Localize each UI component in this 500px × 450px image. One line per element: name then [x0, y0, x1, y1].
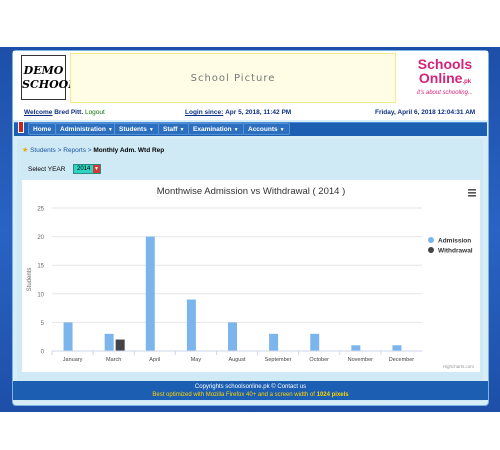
footer-copyright: Copyrights schoolsonline.pk © Contact us: [194, 384, 307, 390]
bar-admission: [104, 333, 114, 351]
nav-marker: [18, 121, 24, 133]
legend-marker-withdrawal: [428, 247, 434, 253]
brand-tagline: it's about schooling...: [417, 90, 473, 96]
chart-title: Monthwise Admission vs Withdrawal ( 2014…: [157, 186, 346, 197]
x-tick-label: October: [309, 357, 329, 363]
x-tick-label: April: [149, 357, 160, 363]
nav-accounts[interactable]: Accounts ▼: [243, 123, 290, 135]
nav-administration[interactable]: Administration ▼: [55, 123, 118, 135]
nav-label: Examination: [193, 126, 232, 133]
y-tick-label: 25: [37, 207, 44, 213]
legend-label-admission: Admission: [438, 238, 471, 245]
footer-note-bold: 1024 pixels: [316, 392, 349, 398]
logout-link[interactable]: Logout: [85, 109, 105, 116]
welcome-label: Welcome: [24, 109, 53, 116]
y-axis-label: Students: [27, 268, 33, 292]
chevron-down-icon: ▼: [179, 127, 185, 133]
school-logo: DEMO SCHOOL: [21, 55, 76, 100]
breadcrumb-reports[interactable]: Reports: [63, 147, 86, 154]
bar-admission: [186, 299, 196, 351]
footer: Copyrights schoolsonline.pk © Contact us…: [13, 381, 488, 400]
x-tick-label: March: [106, 357, 121, 363]
brand-logo: Schools Online.pk it's about schooling..…: [405, 57, 485, 101]
breadcrumb-current: Monthly Adm. Wtd Rep: [93, 147, 165, 154]
logo-line-2: SCHOOL: [22, 77, 76, 91]
bar-admission: [392, 345, 402, 351]
legend-label-withdrawal: Withdrawal: [438, 248, 473, 255]
bar-admission: [269, 333, 279, 351]
brand-suffix: .pk: [462, 79, 472, 85]
y-tick-label: 5: [41, 321, 45, 327]
x-tick-label: December: [389, 357, 415, 363]
logo-line-1: DEMO: [23, 63, 64, 77]
y-tick-label: 0: [41, 350, 45, 356]
nav-examination[interactable]: Examination ▼: [188, 123, 244, 135]
chart-credit: Highcharts.com: [443, 364, 475, 369]
bar-withdrawal: [115, 339, 125, 351]
user-name: Bred Pitt.: [54, 109, 84, 116]
year-select[interactable]: 2014 ▼: [73, 164, 101, 174]
year-label: Select YEAR: [28, 166, 66, 173]
current-datetime: Friday, April 6, 2018 12:04:31 AM: [375, 109, 476, 116]
x-tick-label: August: [228, 357, 246, 363]
legend-marker-admission: [428, 237, 434, 243]
brand-line-1: Schools: [417, 56, 473, 72]
nav-label: Home: [33, 126, 52, 133]
bar-admission: [310, 333, 320, 351]
school-picture: School Picture: [70, 53, 396, 103]
year-select-value: 2014: [77, 166, 91, 172]
nav-staff[interactable]: Staff ▼: [158, 123, 190, 135]
brand-name: Online: [418, 70, 463, 86]
breadcrumb-separator: >: [87, 147, 92, 154]
hamburger-icon[interactable]: [468, 189, 476, 197]
star-icon: ★: [22, 147, 29, 154]
nav-label: Students: [119, 126, 147, 133]
footer-browser-note: Best optimized with Mozilla Firefox 40+ …: [13, 392, 488, 398]
breadcrumb: ★ Students > Reports > Monthly Adm. Wtd …: [22, 146, 164, 154]
admission-withdrawal-chart: Monthwise Admission vs Withdrawal ( 2014…: [27, 186, 476, 369]
chart-container: Monthwise Admission vs Withdrawal ( 2014…: [22, 180, 480, 372]
chevron-down-icon: ▼: [279, 127, 285, 133]
bar-admission: [145, 236, 155, 351]
x-tick-label: September: [265, 357, 292, 363]
nav-label: Accounts: [248, 126, 278, 133]
x-tick-label: November: [348, 357, 374, 363]
y-tick-label: 20: [37, 235, 44, 241]
chevron-down-icon: ▼: [148, 127, 154, 133]
chevron-down-icon[interactable]: ▼: [93, 165, 100, 173]
bar-admission: [63, 322, 73, 351]
brand-line-2: Online.pk: [405, 71, 485, 90]
x-tick-label: January: [63, 357, 83, 363]
nav-students[interactable]: Students ▼: [114, 123, 159, 135]
nav-label: Administration: [60, 126, 106, 133]
login-since-value: Apr 5, 2018, 11:42 PM: [225, 109, 292, 116]
nav-label: Staff: [163, 126, 178, 133]
bar-admission: [228, 322, 237, 351]
chevron-down-icon: ▼: [233, 127, 239, 133]
x-tick-label: May: [191, 357, 202, 363]
breadcrumb-separator: >: [57, 147, 62, 154]
breadcrumb-students[interactable]: Students: [30, 147, 56, 154]
info-bar: Welcome Bred Pitt. Logout Login since: A…: [13, 106, 488, 120]
bar-admission: [351, 345, 361, 351]
y-tick-label: 10: [37, 292, 44, 298]
nav-home[interactable]: Home: [28, 123, 57, 135]
login-since-label: Login since:: [185, 109, 224, 116]
footer-note-text: Best optimized with Mozilla Firefox 40+ …: [152, 392, 317, 398]
y-tick-label: 15: [37, 264, 44, 270]
chevron-down-icon: ▼: [107, 127, 113, 133]
